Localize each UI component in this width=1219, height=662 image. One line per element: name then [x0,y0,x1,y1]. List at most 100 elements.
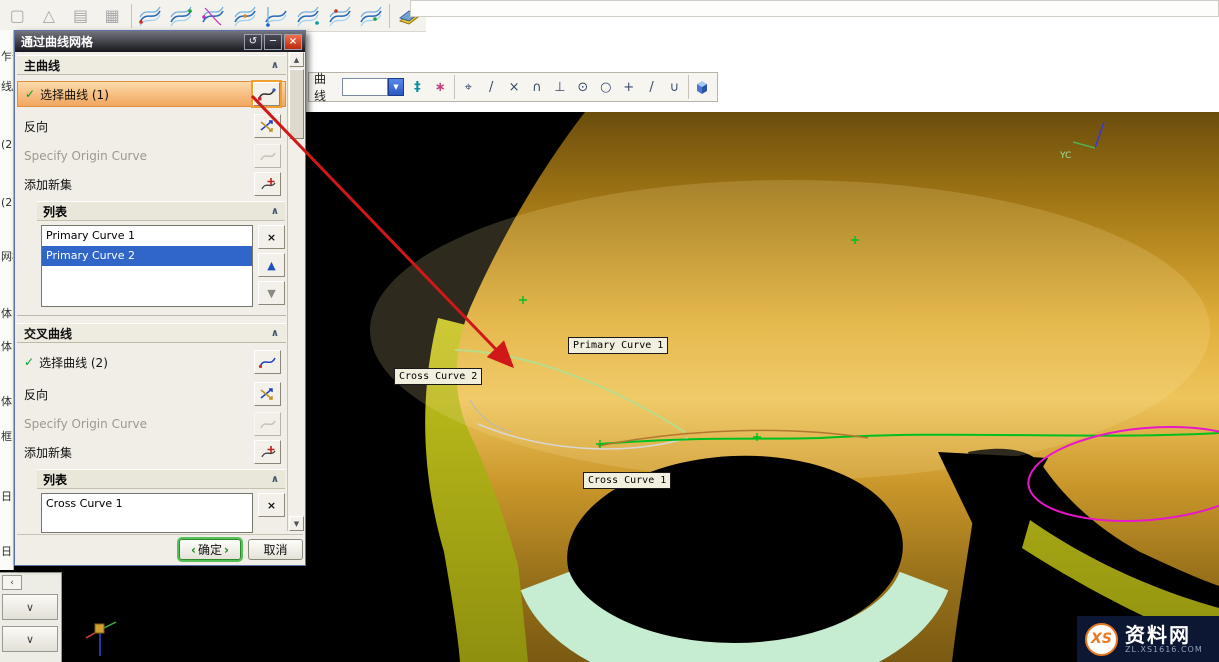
scroll-up-button[interactable]: ▲ [289,52,304,67]
primary-curve-list[interactable]: Primary Curve 1 Primary Curve 2 [41,225,253,307]
nx-application-window: { "toolbar": { "group1": [ {"name": "win… [0,0,1219,662]
sidebar-item-clipped[interactable]: 线/ [1,78,14,94]
point-on-curve-snap-icon[interactable]: + [619,77,638,98]
point-constructor-icon[interactable]: ⌖ [459,77,478,98]
n-sided-surface-icon[interactable] [326,3,353,29]
scroll-down-button[interactable]: ▼ [289,516,304,531]
main-toolbar: ▢ △ ▤ ▦ [0,0,426,32]
add-new-set-icon [259,176,277,192]
section-surface-icon[interactable] [263,3,290,29]
through-curve-mesh-dialog: 通过曲线网格 ↺ ─ × 主曲线 ∧ ✓ 选择曲线 (1) 反向 Specify… [14,30,306,566]
primary-add-new-set-row: 添加新集 [17,171,286,197]
sidebar-item-clipped[interactable]: 体 [1,305,12,321]
sidebar-item-clipped[interactable]: 体 [1,338,12,354]
cross-select-curve-row[interactable]: ✓ 选择曲线 (2) [17,349,286,375]
window-icon[interactable]: ▢ [4,3,31,29]
docked-sidebar-edge: 乍部 线/ (2 (2 网格 体 体 体 框 日 日 [0,30,14,570]
intersection-snap-icon[interactable]: × [505,77,524,98]
primary-select-curve-row[interactable]: ✓ 选择曲线 (1) [17,81,286,107]
ok-button-label: 确定 [198,541,222,558]
cross-select-curve-label: 选择曲线 (2) [39,354,108,371]
chevron-up-icon[interactable]: ∧ [271,328,279,339]
sidebar-item-clipped[interactable]: 体 [1,393,12,409]
bridge-surface-icon[interactable] [295,3,322,29]
cross-curve-list[interactable]: Cross Curve 1 [41,493,253,533]
cross-list-header[interactable]: 列表 ∧ [37,469,285,489]
list-item-empty [42,514,252,533]
select-curve-button[interactable] [254,350,281,374]
primary-section-header[interactable]: 主曲线 ∧ [17,55,286,75]
add-new-set-button[interactable] [254,440,281,464]
cross-origin-curve-label: Specify Origin Curve [24,417,147,431]
collapse-arrow-icon[interactable]: ‹ [2,575,22,590]
layer-stack-icon[interactable]: ▦ [99,3,126,29]
sidebar-item-clipped[interactable]: 框 [1,428,12,444]
ruled-surface-icon[interactable] [136,3,163,29]
chevron-up-icon[interactable]: ∧ [271,60,279,71]
move-item-up-button[interactable]: ▲ [258,253,285,277]
sidebar-item-clipped[interactable]: (2 [1,196,12,209]
edit-sketch-icon[interactable]: ▤ [67,3,94,29]
select-curve-button[interactable] [253,82,280,106]
point-on-face-snap-icon[interactable]: / [642,77,661,98]
swept-surface-icon[interactable] [231,3,258,29]
cross-section-title: 交叉曲线 [24,325,72,342]
law-extension-icon[interactable] [358,3,385,29]
primary-list-header[interactable]: 列表 ∧ [37,201,285,221]
check-icon: ✓ [24,355,34,369]
cross-list-title: 列表 [43,471,67,488]
watermark: XS 资料网 ZL.XS1616.COM [1077,616,1219,662]
chevron-up-icon[interactable]: ∧ [271,206,279,217]
primary-reverse-label: 反向 [24,118,48,135]
sidebar-item-clipped[interactable]: 日 [1,488,12,504]
cross-section-header[interactable]: 交叉曲线 ∧ [17,323,286,343]
move-item-down-button[interactable]: ▼ [258,281,285,305]
selection-filter-label: 曲线 [314,70,338,104]
list-item[interactable]: Primary Curve 1 [42,226,252,246]
list-item[interactable]: Cross Curve 1 [42,494,252,514]
sidebar-item-clipped[interactable]: (2 [1,138,12,151]
selection-filter-value[interactable] [342,78,388,96]
add-new-set-icon [259,444,277,460]
dropdown-arrow-icon[interactable]: ▼ [388,78,404,96]
scrollbar-thumb[interactable] [289,69,304,139]
panel-dropdown-button[interactable]: ∨ [2,626,58,652]
through-curves-icon[interactable] [168,3,195,29]
triangle-tool-icon[interactable]: △ [36,3,63,29]
reverse-direction-button[interactable] [254,114,281,138]
add-new-set-button[interactable] [254,172,281,196]
through-curve-mesh-icon[interactable] [200,3,227,29]
remove-item-button[interactable]: × [258,493,285,517]
reverse-direction-button[interactable] [254,382,281,406]
midpoint-snap-icon[interactable]: ⊥ [550,77,569,98]
quadrant-snap-icon[interactable]: ∪ [665,77,684,98]
dialog-scrollbar[interactable]: ▲ ▼ [287,52,305,531]
grid-snap-icon[interactable]: ‡ [408,77,427,98]
list-item-selected[interactable]: Primary Curve 2 [42,246,252,266]
wcs-triad [82,608,122,660]
chevron-up-icon[interactable]: ∧ [271,474,279,485]
reverse-direction-icon [259,386,276,402]
arc-center-snap-icon[interactable]: ∩ [528,77,547,98]
circle-center-snap-icon[interactable]: ⊙ [573,77,592,98]
primary-add-new-set-label: 添加新集 [24,176,72,193]
remove-item-button[interactable]: × [258,225,285,249]
snap-settings-icon[interactable]: ∗ [431,77,450,98]
selection-filter-combo[interactable]: ▼ [342,78,404,96]
sidebar-item-clipped[interactable]: 日 [1,543,12,559]
shaded-view-icon[interactable] [693,77,712,98]
dialog-titlebar[interactable]: 通过曲线网格 ↺ ─ × [15,31,305,52]
cancel-button-label: 取消 [263,541,287,558]
existing-point-snap-icon[interactable]: ○ [596,77,615,98]
dialog-reset-button[interactable]: ↺ [244,34,262,50]
endpoint-snap-icon[interactable]: / [482,77,501,98]
primary-section-title: 主曲线 [24,57,60,74]
ok-button[interactable]: 确定 [179,539,241,560]
cross-origin-curve-row: Specify Origin Curve [17,411,286,437]
cancel-button[interactable]: 取消 [248,539,303,560]
dialog-minimize-button[interactable]: ─ [264,34,282,50]
sidebar-item-clipped[interactable]: 网格 [1,248,14,264]
dialog-close-button[interactable]: × [284,34,302,50]
sidebar-item-clipped[interactable]: 乍部 [1,48,14,64]
panel-dropdown-button[interactable]: ∨ [2,594,58,620]
